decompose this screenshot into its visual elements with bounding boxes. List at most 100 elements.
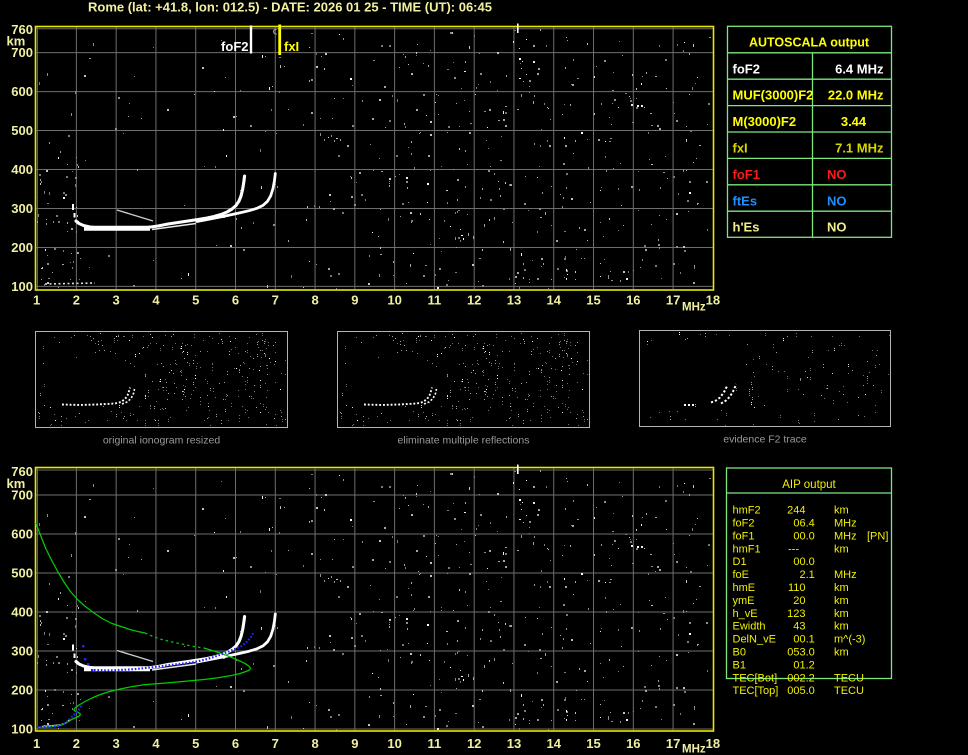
svg-text:00.0: 00.0 bbox=[793, 556, 814, 568]
svg-text:DelN_vE: DelN_vE bbox=[733, 634, 776, 646]
svg-text:5: 5 bbox=[192, 293, 199, 308]
svg-text:6: 6 bbox=[232, 736, 239, 751]
svg-text:MHz: MHz bbox=[682, 302, 706, 314]
svg-text:fxI: fxI bbox=[733, 141, 748, 156]
svg-text:300: 300 bbox=[11, 201, 33, 216]
svg-text:16: 16 bbox=[626, 736, 640, 751]
svg-text:9: 9 bbox=[351, 293, 358, 308]
svg-text:3.44: 3.44 bbox=[841, 114, 867, 129]
svg-text:km: km bbox=[834, 543, 849, 555]
svg-text:9: 9 bbox=[351, 736, 358, 751]
svg-text:600: 600 bbox=[11, 527, 33, 542]
svg-text:15: 15 bbox=[586, 293, 600, 308]
svg-text:NO: NO bbox=[827, 193, 847, 208]
svg-text:4: 4 bbox=[152, 736, 160, 751]
svg-text:14: 14 bbox=[547, 293, 562, 308]
svg-text:6: 6 bbox=[232, 293, 239, 308]
svg-text:12: 12 bbox=[467, 293, 481, 308]
svg-text:foE: foE bbox=[733, 569, 750, 581]
svg-text:ymE: ymE bbox=[733, 595, 755, 607]
svg-text:km: km bbox=[7, 476, 26, 491]
svg-text:TEC[Top]: TEC[Top] bbox=[733, 685, 779, 697]
svg-text:100: 100 bbox=[11, 722, 33, 737]
svg-text:18: 18 bbox=[706, 736, 720, 751]
svg-text:300: 300 bbox=[11, 644, 33, 659]
svg-text:NO: NO bbox=[827, 220, 847, 235]
svg-text:1: 1 bbox=[33, 293, 40, 308]
svg-text:005.0: 005.0 bbox=[787, 685, 815, 697]
svg-text:7: 7 bbox=[272, 736, 279, 751]
svg-text:fxI: fxI bbox=[284, 39, 299, 54]
svg-text:12: 12 bbox=[467, 736, 481, 751]
svg-text:TECU: TECU bbox=[834, 672, 864, 684]
svg-text:hmE: hmE bbox=[733, 582, 756, 594]
svg-text:km: km bbox=[834, 582, 849, 594]
svg-text:43: 43 bbox=[793, 621, 805, 633]
svg-text:M(3000)F2: M(3000)F2 bbox=[733, 114, 797, 129]
svg-text:002.2: 002.2 bbox=[787, 672, 815, 684]
svg-text:original ionogram resized: original ionogram resized bbox=[103, 435, 220, 447]
svg-text:km: km bbox=[7, 33, 26, 48]
svg-text:eliminate multiple reflections: eliminate multiple reflections bbox=[398, 435, 530, 447]
svg-text:ftEs: ftEs bbox=[733, 193, 758, 208]
svg-text:hmF2: hmF2 bbox=[733, 505, 761, 517]
svg-text:h'Es: h'Es bbox=[733, 220, 760, 235]
svg-text:B0: B0 bbox=[733, 647, 746, 659]
svg-text:16: 16 bbox=[626, 293, 640, 308]
svg-text:500: 500 bbox=[11, 566, 33, 581]
svg-text:NO: NO bbox=[827, 167, 847, 182]
svg-text:13: 13 bbox=[507, 293, 521, 308]
svg-text:km: km bbox=[834, 505, 849, 517]
svg-text:B1: B1 bbox=[733, 659, 746, 671]
svg-text:2.1: 2.1 bbox=[800, 569, 815, 581]
svg-text:m^(-3): m^(-3) bbox=[834, 634, 865, 646]
svg-text:foF2: foF2 bbox=[221, 39, 248, 54]
svg-text:MUF(3000)F2: MUF(3000)F2 bbox=[733, 88, 814, 103]
svg-text:km: km bbox=[834, 595, 849, 607]
svg-text:600: 600 bbox=[11, 84, 33, 99]
svg-text:foF1: foF1 bbox=[733, 530, 755, 542]
svg-text:foF2: foF2 bbox=[733, 518, 755, 530]
svg-text:8: 8 bbox=[311, 736, 318, 751]
svg-text:7: 7 bbox=[272, 293, 279, 308]
svg-text:foF2: foF2 bbox=[733, 61, 760, 76]
svg-text:4: 4 bbox=[152, 293, 160, 308]
svg-text:8: 8 bbox=[311, 293, 318, 308]
svg-text:15: 15 bbox=[586, 736, 600, 751]
svg-text:11: 11 bbox=[428, 736, 442, 751]
svg-text:400: 400 bbox=[11, 162, 33, 177]
svg-text:244: 244 bbox=[787, 505, 805, 517]
svg-text:MHz: MHz bbox=[834, 569, 857, 581]
svg-text:3: 3 bbox=[113, 736, 120, 751]
svg-text:11: 11 bbox=[428, 293, 442, 308]
svg-text:Rome (lat: +41.8, lon: 012.5): Rome (lat: +41.8, lon: 012.5) - DATE: 20… bbox=[88, 0, 492, 15]
svg-text:h_vE: h_vE bbox=[733, 608, 758, 620]
svg-text:17: 17 bbox=[666, 293, 680, 308]
svg-text:22.0 MHz: 22.0 MHz bbox=[828, 88, 884, 103]
svg-text:13: 13 bbox=[507, 736, 521, 751]
svg-text:TEC[Bot]: TEC[Bot] bbox=[733, 672, 778, 684]
svg-text:km: km bbox=[834, 647, 849, 659]
svg-text:14: 14 bbox=[547, 736, 562, 751]
svg-text:053.0: 053.0 bbox=[787, 647, 815, 659]
svg-text:evidence F2 trace: evidence F2 trace bbox=[723, 434, 807, 446]
svg-text:2: 2 bbox=[73, 293, 80, 308]
svg-text:00.1: 00.1 bbox=[793, 634, 814, 646]
svg-text:hmF1: hmF1 bbox=[733, 543, 761, 555]
svg-text:10: 10 bbox=[387, 293, 401, 308]
svg-text:AUTOSCALA output: AUTOSCALA output bbox=[749, 36, 870, 50]
svg-text:200: 200 bbox=[11, 683, 33, 698]
svg-text:17: 17 bbox=[666, 736, 680, 751]
svg-text:20: 20 bbox=[793, 595, 805, 607]
svg-text:10: 10 bbox=[387, 736, 401, 751]
svg-text:5: 5 bbox=[192, 736, 199, 751]
svg-text:01.2: 01.2 bbox=[793, 659, 814, 671]
svg-text:TECU: TECU bbox=[834, 685, 864, 697]
svg-text:6.4 MHz: 6.4 MHz bbox=[835, 61, 884, 76]
svg-text:110: 110 bbox=[788, 582, 806, 594]
svg-text:18: 18 bbox=[706, 293, 720, 308]
svg-text:AIP output: AIP output bbox=[782, 479, 836, 491]
svg-text:3: 3 bbox=[113, 293, 120, 308]
svg-text:123: 123 bbox=[787, 608, 805, 620]
svg-text:2: 2 bbox=[73, 736, 80, 751]
